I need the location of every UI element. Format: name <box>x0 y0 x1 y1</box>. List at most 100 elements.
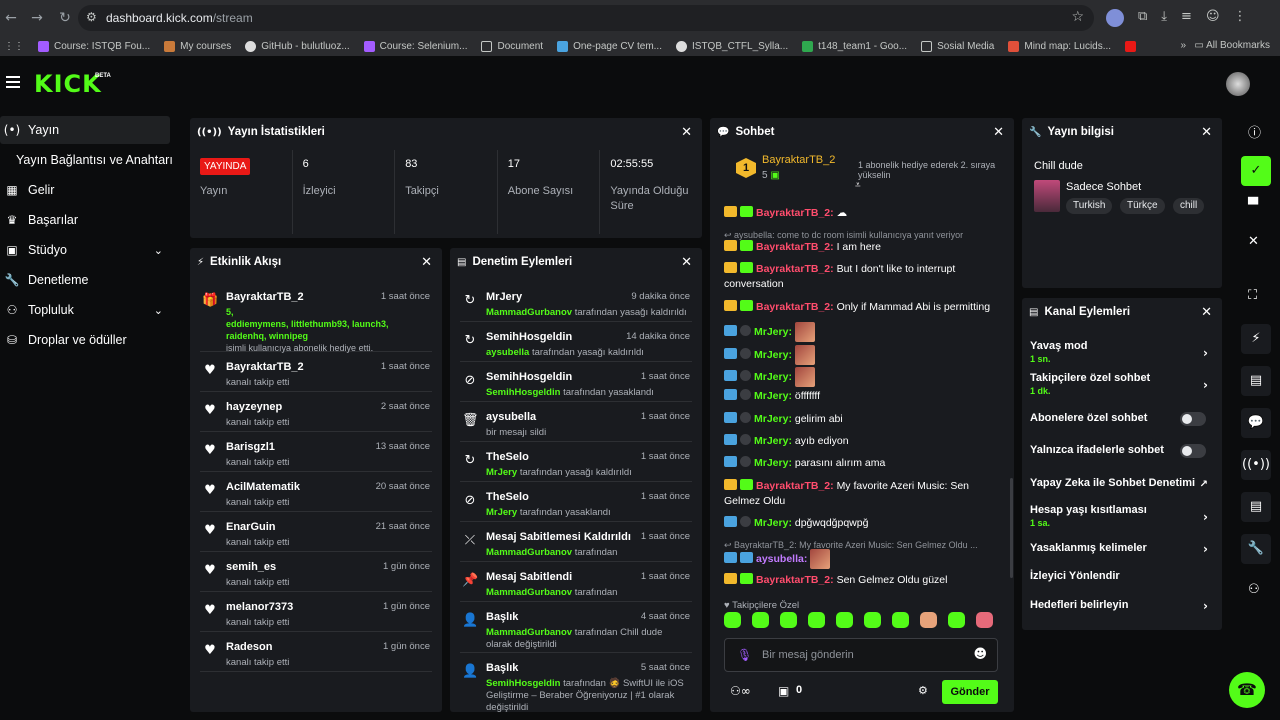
channel-action-item[interactable]: Yapay Zeka ile Sohbet Denetimi ↗ <box>1030 477 1212 490</box>
emote-icon[interactable] <box>836 612 853 628</box>
close-icon[interactable]: ✕ <box>1201 305 1212 320</box>
activity-username[interactable]: hayzeynep <box>226 401 282 413</box>
points-icon[interactable]: ▣ <box>778 684 789 698</box>
activity-feed-button[interactable]: ⚡ <box>1241 324 1271 354</box>
kick-logo[interactable]: KICK <box>34 70 102 98</box>
chat-message[interactable]: BayraktarTB_2: My favorite Azeri Music: … <box>724 479 994 509</box>
moderation-log-button[interactable]: ▤ <box>1241 366 1271 396</box>
apps-icon[interactable]: ⋮⋮ <box>4 41 24 52</box>
emote-icon[interactable] <box>920 612 937 628</box>
channel-action-item[interactable]: Yalnızca ifadelerle sohbet <box>1030 444 1212 458</box>
bookmark-item[interactable]: One-page CV tem... <box>557 40 662 52</box>
toggle-switch[interactable] <box>1180 412 1206 426</box>
stream-tag[interactable]: Türkçe <box>1120 198 1165 214</box>
chat-username[interactable]: aysubella <box>756 553 804 565</box>
bookmark-item[interactable]: Course: ISTQB Fou... <box>38 40 150 52</box>
support-button[interactable]: ☎ <box>1229 672 1265 708</box>
stream-tag[interactable]: chill <box>1173 198 1205 214</box>
chat-message[interactable]: BayraktarTB_2: I am here <box>724 240 994 255</box>
channel-action-item[interactable]: Takipçilere özel sohbet 1 dk. › <box>1030 372 1212 396</box>
close-rail-icon[interactable]: ✕ <box>1248 234 1259 249</box>
bookmark-item[interactable]: Document <box>481 40 543 52</box>
close-icon[interactable]: ✕ <box>993 125 1004 140</box>
chat-username[interactable]: BayraktarTB_2 <box>756 263 830 275</box>
stream-info-button[interactable]: 🔧 <box>1241 534 1271 564</box>
emote-icon[interactable] <box>864 612 881 628</box>
moderator-name[interactable]: aysubella <box>486 347 529 358</box>
channel-action-item[interactable]: Abonelere özel sohbet <box>1030 412 1212 426</box>
chat-input[interactable]: 🎙 Bir mesaj gönderin ☻ <box>724 638 998 672</box>
chat-message[interactable]: BayraktarTB_2: Only if Mammad Abi is per… <box>724 300 994 315</box>
emote-icon[interactable] <box>808 612 825 628</box>
info-icon[interactable]: ⓘ <box>1248 122 1261 141</box>
chat-message[interactable]: BayraktarTB_2: But I don't like to inter… <box>724 262 994 292</box>
hamburger-menu-icon[interactable] <box>6 76 20 91</box>
moderator-name[interactable]: SemihHosgeldin <box>486 387 560 398</box>
extensions-icon[interactable]: ⧉ <box>1138 9 1147 27</box>
channel-action-item[interactable]: İzleyici Yönlendir <box>1030 570 1212 582</box>
back-icon[interactable]: ← <box>0 10 22 26</box>
channel-action-item[interactable]: Hedefleri belirleyin › <box>1030 599 1212 613</box>
channel-action-item[interactable]: Yasaklanmış kelimeler › <box>1030 542 1212 556</box>
toggle-switch[interactable] <box>1180 444 1206 458</box>
activity-username[interactable]: BayraktarTB_2 <box>226 291 304 303</box>
emote-icon[interactable] <box>780 612 797 628</box>
bookmark-item[interactable]: ISTQB_CTFL_Sylla... <box>676 40 788 52</box>
sidebar-item-stream[interactable]: (•) Yayın <box>0 116 170 144</box>
chat-message[interactable]: MrJery: parasını alırım ama <box>724 456 994 471</box>
emote-icon[interactable] <box>976 612 993 628</box>
chat-username[interactable]: MrJery <box>754 371 788 383</box>
chat-message[interactable]: MrJery: öfffffff <box>724 389 994 404</box>
sidebar-item-moderation[interactable]: 🔧 Denetleme <box>0 266 175 294</box>
channel-actions-button[interactable]: ▤ <box>1241 492 1271 522</box>
emoji-picker-icon[interactable]: ☻ <box>973 647 987 662</box>
emote-icon[interactable] <box>948 612 965 628</box>
chat-message[interactable]: aysubella: <box>724 549 994 569</box>
emote-icon[interactable] <box>724 612 741 628</box>
close-icon[interactable]: ✕ <box>681 125 692 140</box>
community-icon[interactable]: ⚇∞ <box>730 684 751 698</box>
bookmark-item[interactable]: t148_team1 - Goo... <box>802 40 907 52</box>
microphone-icon[interactable]: 🎙 <box>737 648 752 662</box>
activity-username[interactable]: BayraktarTB_2 <box>226 361 304 373</box>
activity-username[interactable]: melanor7373 <box>226 601 293 613</box>
chat-message[interactable]: BayraktarTB_2: ☁ <box>724 206 994 221</box>
sidebar-item-studio[interactable]: ▣ Stüdyo ⌄ <box>0 236 175 264</box>
chat-username[interactable]: MrJery <box>754 349 788 361</box>
chat-settings-icon[interactable]: ⚙ <box>918 684 928 697</box>
address-bar[interactable]: ⚙ dashboard.kick.com/stream ☆ <box>78 5 1094 31</box>
chat-username[interactable]: BayraktarTB_2 <box>756 207 830 219</box>
activity-username[interactable]: EnarGuin <box>226 521 276 533</box>
channel-action-item[interactable]: Yavaş mod 1 sn. › <box>1030 340 1212 364</box>
emote-icon[interactable] <box>892 612 909 628</box>
user-avatar[interactable] <box>1226 72 1250 96</box>
chat-username[interactable]: MrJery <box>754 517 788 529</box>
sidebar-item-drops[interactable]: ⛁ Droplar ve ödüller <box>0 326 175 354</box>
top-gifter-name[interactable]: BayraktarTB_2 <box>762 154 835 166</box>
download-icon[interactable]: ⤓ <box>1161 9 1167 27</box>
sidebar-item-revenue[interactable]: ▦ Gelir <box>0 176 175 204</box>
stream-category[interactable]: Sadece Sohbet <box>1066 181 1141 193</box>
account-icon[interactable]: ☺ <box>1206 9 1220 27</box>
close-icon[interactable]: ✕ <box>1201 125 1212 140</box>
bookmark-star-icon[interactable]: ☆ <box>1071 9 1084 25</box>
moderator-name[interactable]: MammadGurbanov <box>486 587 572 598</box>
chat-button[interactable]: 💬 <box>1241 408 1271 438</box>
media-controls-icon[interactable]: ≡ <box>1181 9 1192 27</box>
activity-username[interactable]: semih_es <box>226 561 276 573</box>
moderator-name[interactable]: MrJery <box>486 467 517 478</box>
moderator-name[interactable]: MrJery <box>486 507 517 518</box>
site-info-icon[interactable]: ⚙ <box>86 10 97 24</box>
activity-username[interactable]: AcilMatematik <box>226 481 300 493</box>
moderator-name[interactable]: MammadGurbanov <box>486 547 572 558</box>
chat-username[interactable]: BayraktarTB_2 <box>756 241 830 253</box>
chat-scrollbar[interactable] <box>1010 478 1013 578</box>
chat-message[interactable]: MrJery: gelirim abi <box>724 412 994 427</box>
chat-message[interactable]: MrJery: ayıb ediyon <box>724 434 994 449</box>
chat-message[interactable]: MrJery: <box>724 367 994 387</box>
bookmark-item[interactable]: Mind map: Lucids... <box>1008 40 1111 52</box>
reload-icon[interactable]: ↻ <box>54 10 76 26</box>
moderator-name[interactable]: MammadGurbanov <box>486 627 572 638</box>
bookmark-item[interactable]: Course: Selenium... <box>363 40 467 52</box>
send-button[interactable]: Gönder <box>942 680 998 704</box>
